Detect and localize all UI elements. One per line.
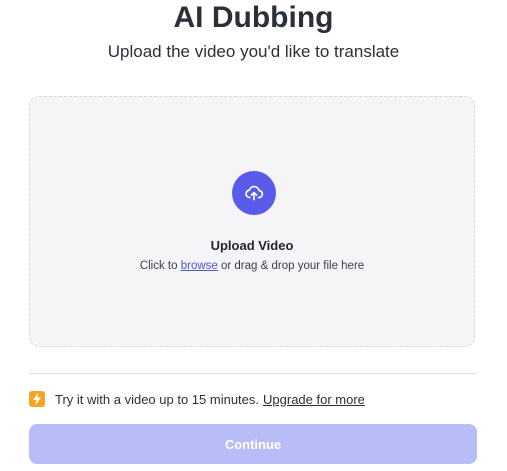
duration-notice: Try it with a video up to 15 minutes. Up… [29,390,365,408]
upload-icon-circle[interactable] [232,171,276,215]
upload-hint-suffix: or drag & drop your file here [217,260,365,272]
upload-dropzone[interactable]: Upload Video Click to browse or drag & d… [29,96,475,347]
upgrade-link[interactable]: Upgrade for more [263,392,365,407]
page-subtitle: Upload the video you'd like to translate [107,42,400,61]
page-title: AI Dubbing [173,1,334,34]
browse-link[interactable]: browse [181,260,218,272]
lightning-bolt-icon [29,391,45,407]
upload-heading: Upload Video [210,238,294,253]
notice-text: Try it with a video up to 15 minutes. [55,391,260,407]
upload-hint-prefix: Click to [139,260,181,272]
upload-hint: Click to browse or drag & drop your file… [30,258,474,274]
ai-dubbing-page: AI Dubbing Upload the video you'd like t… [0,0,507,471]
divider [29,373,477,374]
continue-button[interactable]: Continue [29,424,477,464]
cloud-upload-icon [244,183,264,203]
